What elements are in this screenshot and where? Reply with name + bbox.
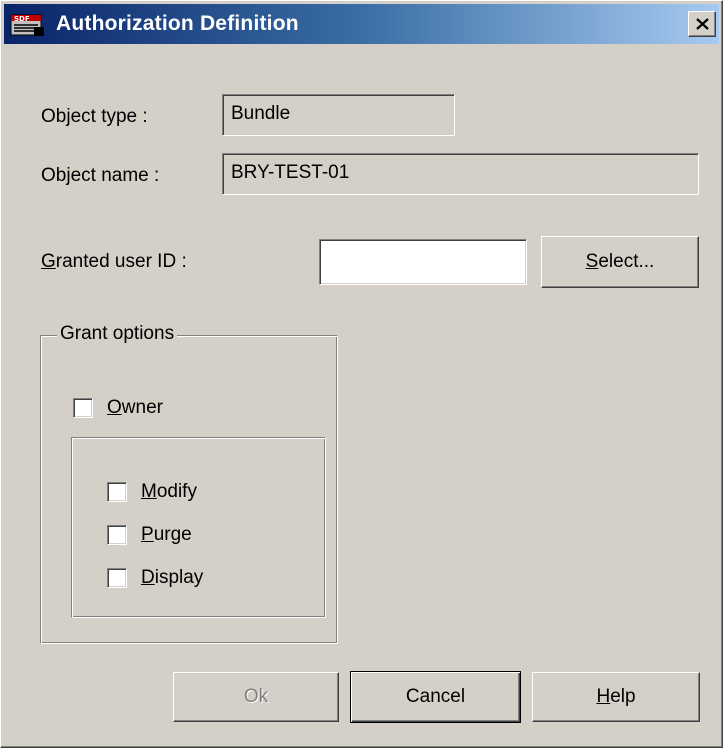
modify-checkbox[interactable]: [107, 482, 127, 502]
display-checkbox[interactable]: [107, 568, 127, 588]
granted-user-input[interactable]: [319, 239, 527, 285]
modify-option[interactable]: Modify: [107, 481, 197, 503]
help-label-rest: elp: [610, 686, 636, 707]
owner-label-rest: wner: [121, 397, 163, 418]
object-type-label: Object type :: [41, 106, 148, 127]
purge-option[interactable]: Purge: [107, 524, 192, 546]
owner-mnemonic: O: [107, 397, 122, 418]
display-label-rest: isplay: [154, 567, 204, 588]
purge-mnemonic: P: [141, 524, 154, 545]
ok-button[interactable]: Ok: [173, 672, 339, 722]
granted-user-mnemonic: G: [41, 251, 56, 272]
display-mnemonic: D: [141, 567, 155, 588]
object-name-label: Object name :: [41, 165, 160, 186]
object-name-field: BRY-TEST-01: [222, 153, 699, 195]
granted-user-label-rest: ranted user ID :: [55, 251, 187, 272]
select-label-rest: elect...: [598, 251, 655, 272]
granted-user-label: Granted user ID :: [41, 251, 187, 273]
modify-label: Modify: [141, 481, 197, 503]
close-button[interactable]: [688, 11, 716, 37]
object-type-field: Bundle: [222, 94, 455, 136]
display-option[interactable]: Display: [107, 567, 203, 589]
select-mnemonic: S: [585, 251, 599, 272]
owner-checkbox[interactable]: [73, 398, 93, 418]
owner-label: Owner: [107, 397, 163, 419]
display-label: Display: [141, 567, 203, 589]
help-mnemonic: H: [596, 686, 611, 707]
authorization-definition-dialog: SDF Authorization Definition Object type…: [0, 0, 723, 748]
help-button[interactable]: Help: [532, 672, 700, 722]
purge-label-rest: urge: [153, 524, 192, 545]
cancel-button[interactable]: Cancel: [350, 671, 521, 723]
window-title: Authorization Definition: [56, 12, 299, 35]
grant-options-legend: Grant options: [57, 323, 178, 345]
modify-mnemonic: M: [141, 481, 157, 502]
svg-text:SDF: SDF: [14, 15, 30, 23]
app-icon: SDF: [10, 12, 48, 38]
purge-label: Purge: [141, 524, 192, 546]
modify-label-rest: odify: [156, 481, 197, 502]
title-bar[interactable]: SDF Authorization Definition: [4, 4, 719, 44]
purge-checkbox[interactable]: [107, 525, 127, 545]
close-icon: [696, 18, 709, 30]
owner-option[interactable]: Owner: [73, 397, 163, 419]
select-button[interactable]: Select...: [541, 236, 699, 288]
